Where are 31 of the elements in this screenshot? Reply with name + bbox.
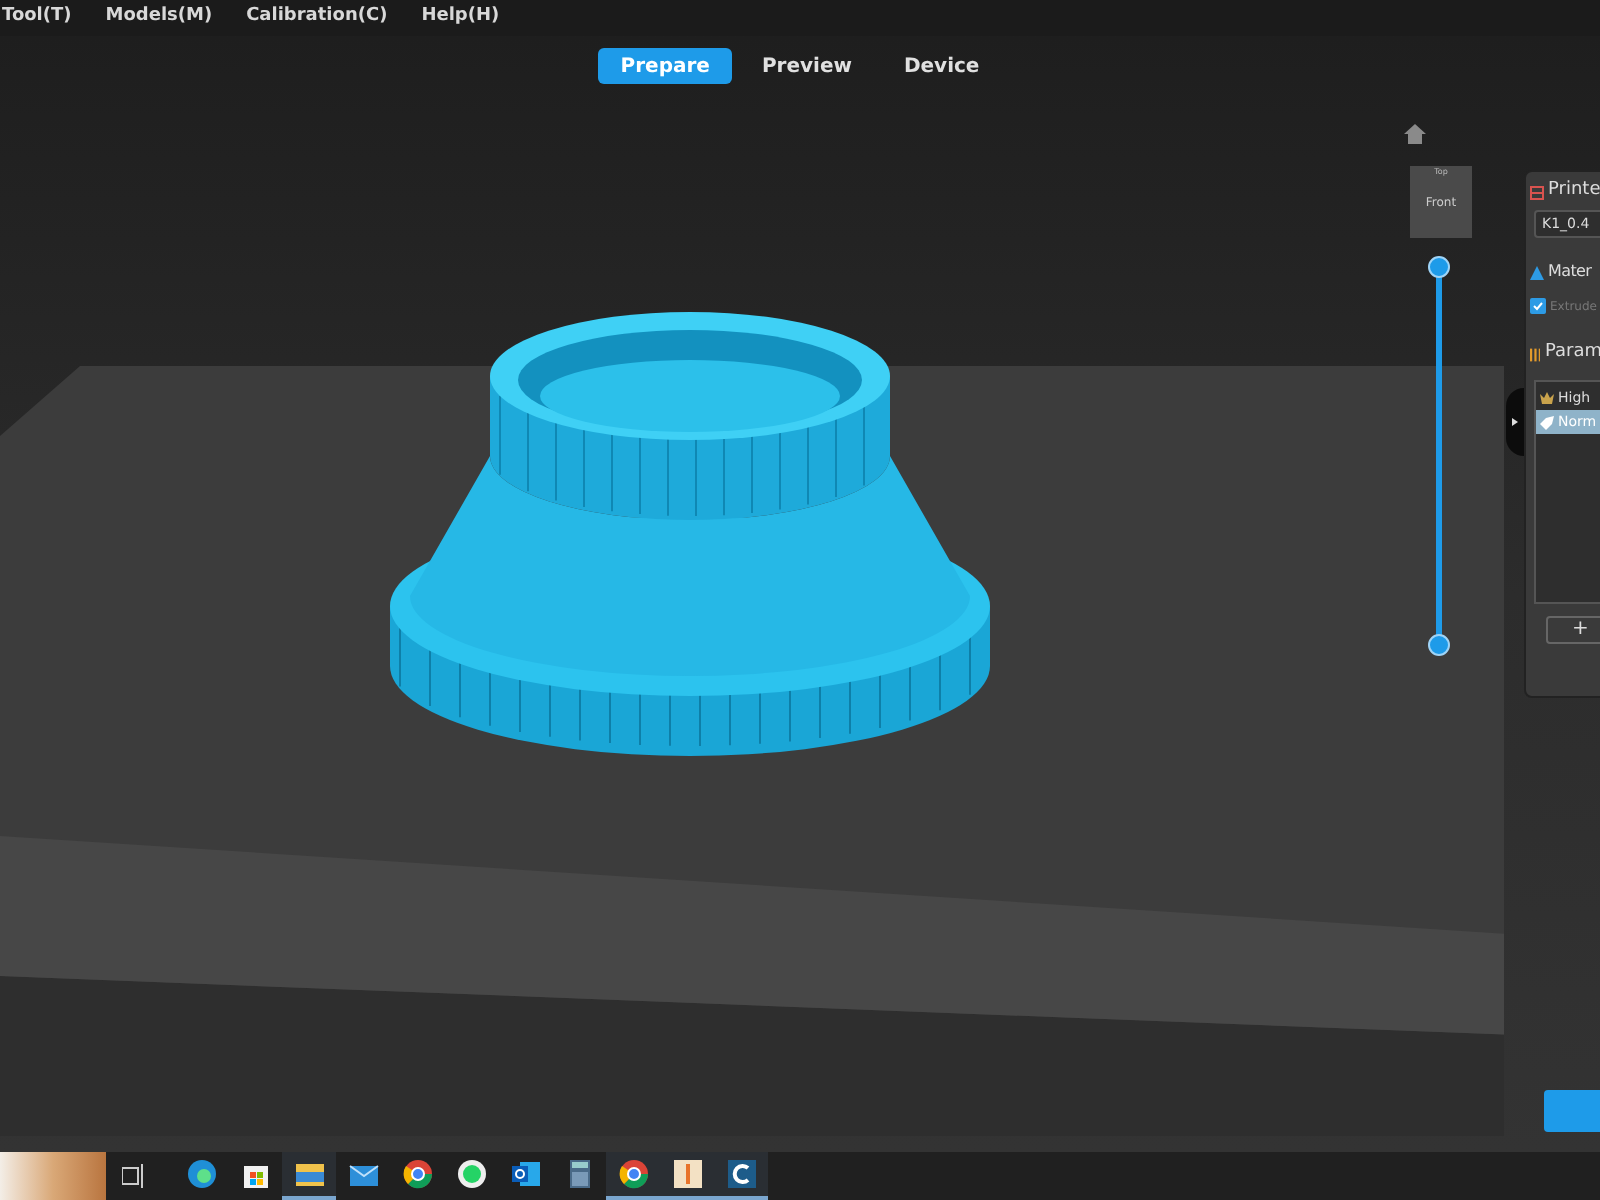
circle-icon xyxy=(401,1158,433,1190)
menu-item[interactable]: Models(M) xyxy=(105,4,213,32)
app-logo-icon xyxy=(725,1158,757,1190)
mode-tab[interactable]: Preview xyxy=(739,48,874,84)
menu-item[interactable]: Tool(T) xyxy=(2,4,72,32)
circle-icon xyxy=(617,1158,649,1190)
crown-icon xyxy=(1540,392,1554,404)
extruder-checkbox[interactable] xyxy=(1530,298,1546,314)
printer-icon xyxy=(1530,185,1544,199)
panel-collapse-tab[interactable] xyxy=(1506,388,1524,456)
bars-icon xyxy=(1530,347,1541,361)
slider-handle[interactable] xyxy=(1428,256,1450,278)
caret-icon xyxy=(1512,418,1518,426)
taskbar-app-button[interactable] xyxy=(282,1152,336,1200)
section-title: Mater xyxy=(1548,260,1592,284)
task-view-icon[interactable] xyxy=(122,1164,146,1188)
section-title: Param xyxy=(1544,340,1600,367)
photo-placeholder xyxy=(0,1152,106,1200)
triangle-icon xyxy=(1530,265,1544,279)
menu-item[interactable]: Help(H) xyxy=(421,4,500,32)
section-title: Printe xyxy=(1548,178,1600,205)
add-button[interactable]: + xyxy=(1546,616,1600,644)
menu-item[interactable]: Calibration(C) xyxy=(246,4,388,32)
chat-bubble-icon xyxy=(455,1158,487,1190)
taskbar-app-button[interactable] xyxy=(606,1152,660,1200)
home-icon xyxy=(1404,124,1426,144)
taskbar-app-button[interactable] xyxy=(714,1152,768,1200)
folder-icon xyxy=(293,1158,325,1190)
ruler-icon xyxy=(671,1158,703,1190)
mail-icon xyxy=(509,1158,541,1190)
mode-tab[interactable]: Device xyxy=(881,48,1002,84)
